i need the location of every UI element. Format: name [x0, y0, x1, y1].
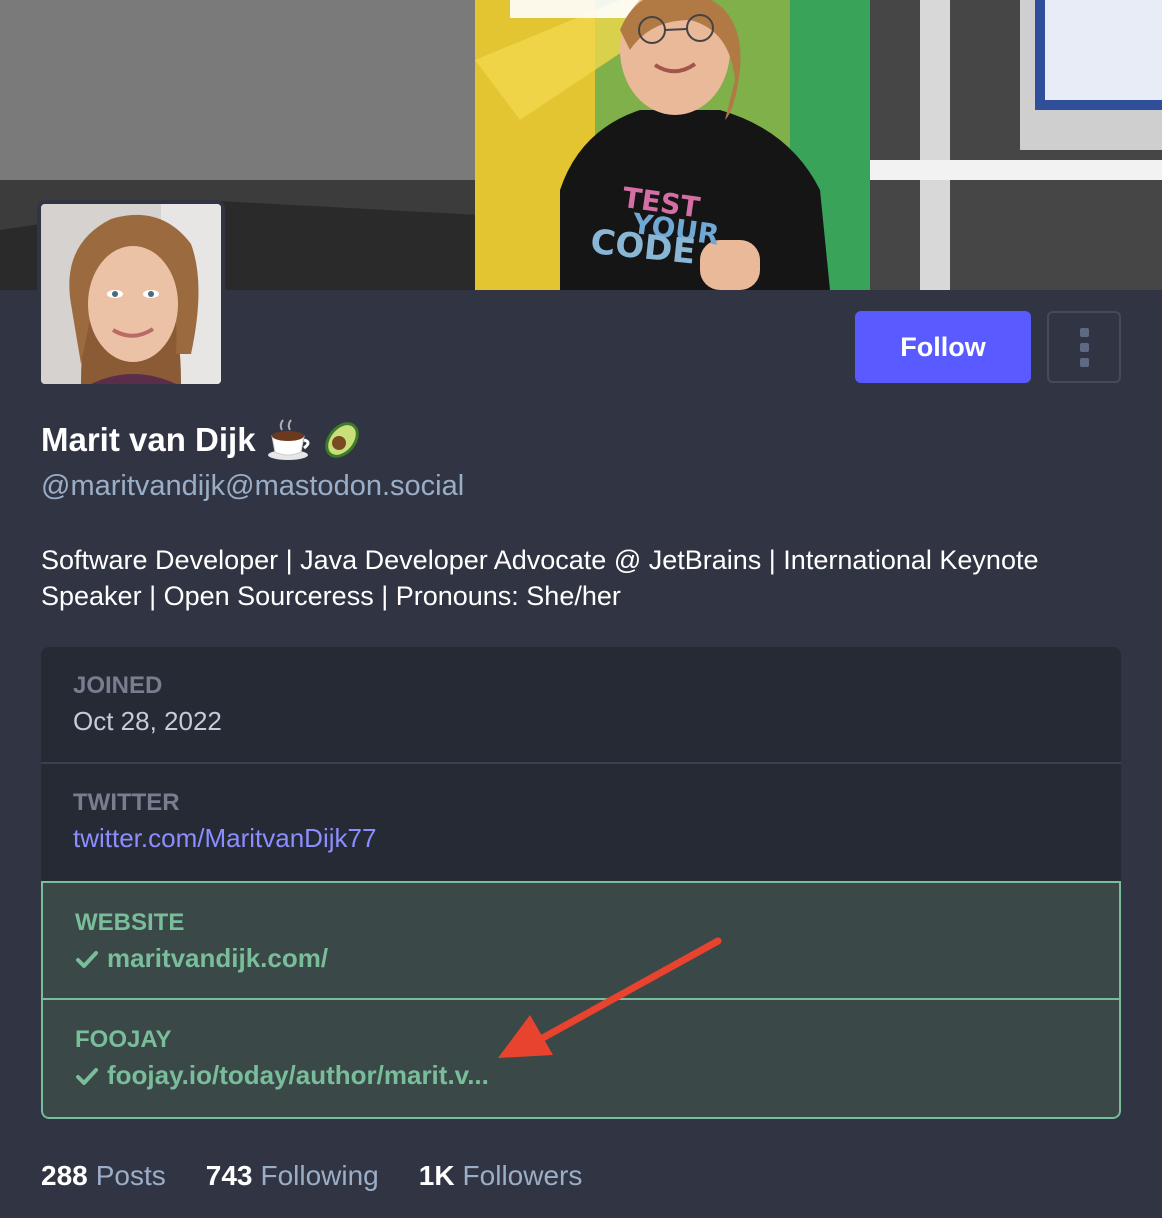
following-label: Following: [260, 1160, 379, 1191]
posts-label: Posts: [95, 1160, 166, 1191]
more-options-button[interactable]: [1047, 311, 1121, 383]
field-label: WEBSITE: [75, 909, 185, 936]
profile-bio: Software Developer | Java Developer Advo…: [41, 545, 1039, 611]
follow-button[interactable]: Follow: [855, 311, 1031, 383]
display-name-text: Marit van Dijk: [41, 421, 256, 458]
field-label: FOOJAY: [75, 1026, 172, 1053]
field-website: WEBSITE maritvandijk.com/: [41, 881, 1121, 1000]
field-foojay: FOOJAY foojay.io/today/author/marit.v...: [41, 1000, 1121, 1119]
foojay-link[interactable]: foojay.io/today/author/marit.v...: [107, 1060, 489, 1091]
verified-check-icon: [76, 1067, 98, 1085]
avocado-emoji-icon: [324, 422, 359, 458]
profile-page: TEST YOUR CODE Follow Marit van Dijk @ma…: [0, 0, 1162, 1218]
field-value: Oct 28, 2022: [73, 706, 222, 736]
avatar[interactable]: [37, 200, 225, 388]
field-twitter: TWITTER twitter.com/MaritvanDijk77: [41, 764, 1121, 881]
followers-count-link[interactable]: 1K Followers: [419, 1160, 583, 1192]
kebab-menu-icon-dot: [1079, 342, 1089, 352]
display-name: Marit van Dijk: [41, 418, 364, 462]
following-count: 743: [205, 1160, 253, 1191]
field-joined: JOINED Oct 28, 2022: [41, 647, 1121, 764]
profile-fields: JOINED Oct 28, 2022 TWITTER twitter.com/…: [41, 647, 1121, 1119]
following-count-link[interactable]: 743 Following: [206, 1160, 379, 1192]
hot-beverage-emoji-icon: [267, 419, 310, 460]
account-handle: @maritvandijk@mastodon.social: [41, 470, 465, 502]
posts-count-link[interactable]: 288 Posts: [41, 1160, 166, 1192]
verified-link-row: foojay.io/today/author/marit.v...: [75, 1060, 1119, 1091]
field-label: TWITTER: [73, 789, 180, 816]
verified-check-icon: [76, 950, 98, 968]
twitter-link[interactable]: twitter.com/MaritvanDijk77: [73, 823, 1121, 854]
account-stats: 288 Posts 743 Following 1K Followers: [41, 1160, 582, 1192]
kebab-menu-icon-dot: [1079, 357, 1089, 367]
followers-label: Followers: [462, 1160, 583, 1191]
kebab-menu-icon: [1079, 327, 1089, 337]
followers-count: 1K: [418, 1160, 455, 1191]
field-label: JOINED: [73, 672, 163, 699]
website-link[interactable]: maritvandijk.com/: [107, 943, 328, 974]
posts-count: 288: [41, 1160, 88, 1191]
verified-link-row: maritvandijk.com/: [75, 943, 1119, 974]
